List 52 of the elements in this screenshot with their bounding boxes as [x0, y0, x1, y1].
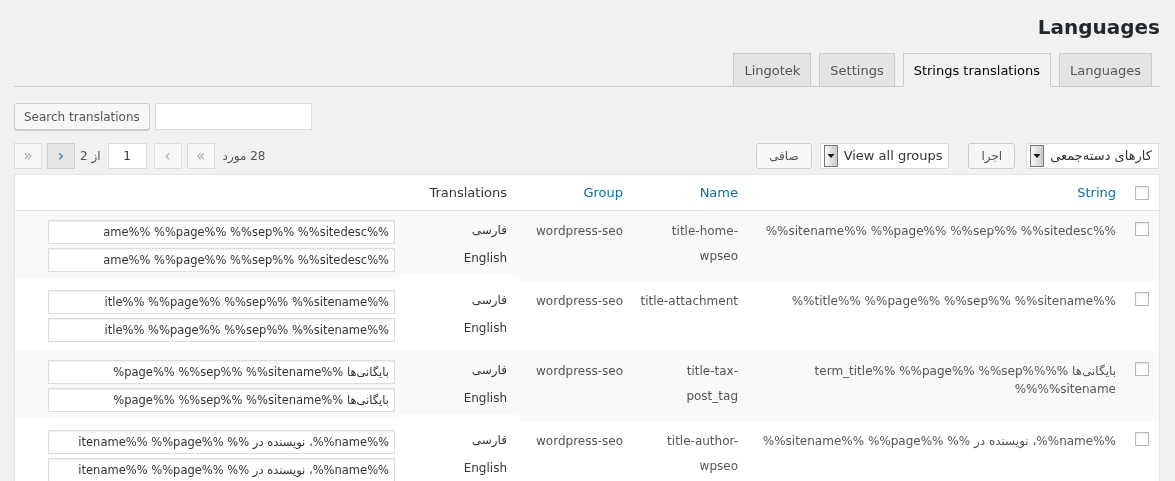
row-checkbox[interactable] [1134, 222, 1149, 236]
row-checkbox[interactable] [1134, 432, 1149, 446]
group-cell-text: wordpress-seo [535, 223, 623, 240]
apply-button[interactable]: اجرا [968, 142, 1016, 169]
language-label: English [462, 250, 507, 267]
group-cell-text: wordpress-seo [535, 363, 623, 380]
page-button[interactable]: ‹ [47, 142, 75, 169]
search-button[interactable]: Search translations [14, 103, 150, 130]
group-cell-text: wordpress-seo [535, 433, 623, 450]
group-select[interactable]: View all groups [819, 142, 950, 169]
page-field[interactable]: 1 [107, 142, 147, 169]
name-cell-text: title-author-wpseo [666, 433, 738, 475]
tab[interactable]: Settings [819, 53, 895, 87]
language-label: فارسی [470, 432, 507, 449]
name-cell-text: title-home-wpseo [670, 223, 738, 265]
column-sort-link[interactable]: Group [583, 185, 623, 200]
column-sort-link[interactable]: Name [699, 185, 738, 200]
language-label: فارسی [470, 292, 507, 309]
row-checkbox[interactable] [1134, 362, 1149, 376]
language-label: فارسی [470, 362, 507, 379]
translation-field[interactable]: ame%% %%page%% %%sep%% %%sitedesc%% [48, 248, 395, 272]
tab[interactable]: Languages [1059, 53, 1152, 87]
tab[interactable]: Lingotek [733, 53, 812, 87]
translation-field[interactable]: itle%% %%page%% %%sep%% %%sitename%% [48, 290, 395, 314]
string-cell-text: %%sitename%% %%page%% %% نویسنده در ،%%name%% [761, 433, 1116, 450]
row-checkbox[interactable] [1134, 292, 1149, 306]
group-cell-text: wordpress-seo [535, 293, 623, 310]
translation-field[interactable]: itle%% %%page%% %%sep%% %%sitename%% [48, 318, 395, 342]
translation-field[interactable]: itename%% %%page%% %% نویسنده در ،%%name%% [48, 458, 395, 481]
column-sort-link[interactable]: String [1077, 185, 1116, 200]
translation-field[interactable]: %page%% %%sep%% %%sitename%% بایگانی‌ها [48, 388, 395, 412]
translation-field[interactable]: %page%% %%sep%% %%sitename%% بایگانی‌ها [48, 360, 395, 384]
translation-field[interactable]: ame%% %%page%% %%sep%% %%sitedesc%% [48, 220, 395, 244]
name-cell-text: title-tax-post_tag [685, 363, 738, 405]
string-cell-text: term_title%% %%page%% %%sep%%%% بایگانی‌ها %%%%sitename [813, 363, 1116, 398]
language-label: English [462, 460, 507, 477]
string-cell-text: %%title%% %%page%% %%sep%% %%sitename%% [790, 293, 1116, 310]
tab[interactable]: Strings translations [902, 53, 1052, 87]
language-label: English [462, 390, 507, 407]
string-cell-text: %%sitename%% %%page%% %%sep%% %%sitedesc%% [764, 223, 1116, 240]
column-header: Translations [429, 185, 507, 200]
translation-field[interactable]: itename%% %%page%% %% نویسنده در ،%%name%% [48, 430, 395, 454]
select-all-checkbox[interactable] [1134, 185, 1149, 200]
page-total: از 2 [80, 148, 101, 163]
language-label: English [462, 320, 507, 337]
item-count: 28 مورد [222, 148, 266, 163]
filter-button[interactable]: صافی [756, 142, 812, 169]
bulk-actions-select[interactable]: کارهای دسته‌جمعی [1026, 142, 1159, 169]
name-cell-text: title-attachment [639, 293, 738, 310]
page-title: Languages [1037, 14, 1160, 41]
language-label: فارسی [470, 222, 507, 239]
search-field[interactable] [154, 103, 312, 130]
